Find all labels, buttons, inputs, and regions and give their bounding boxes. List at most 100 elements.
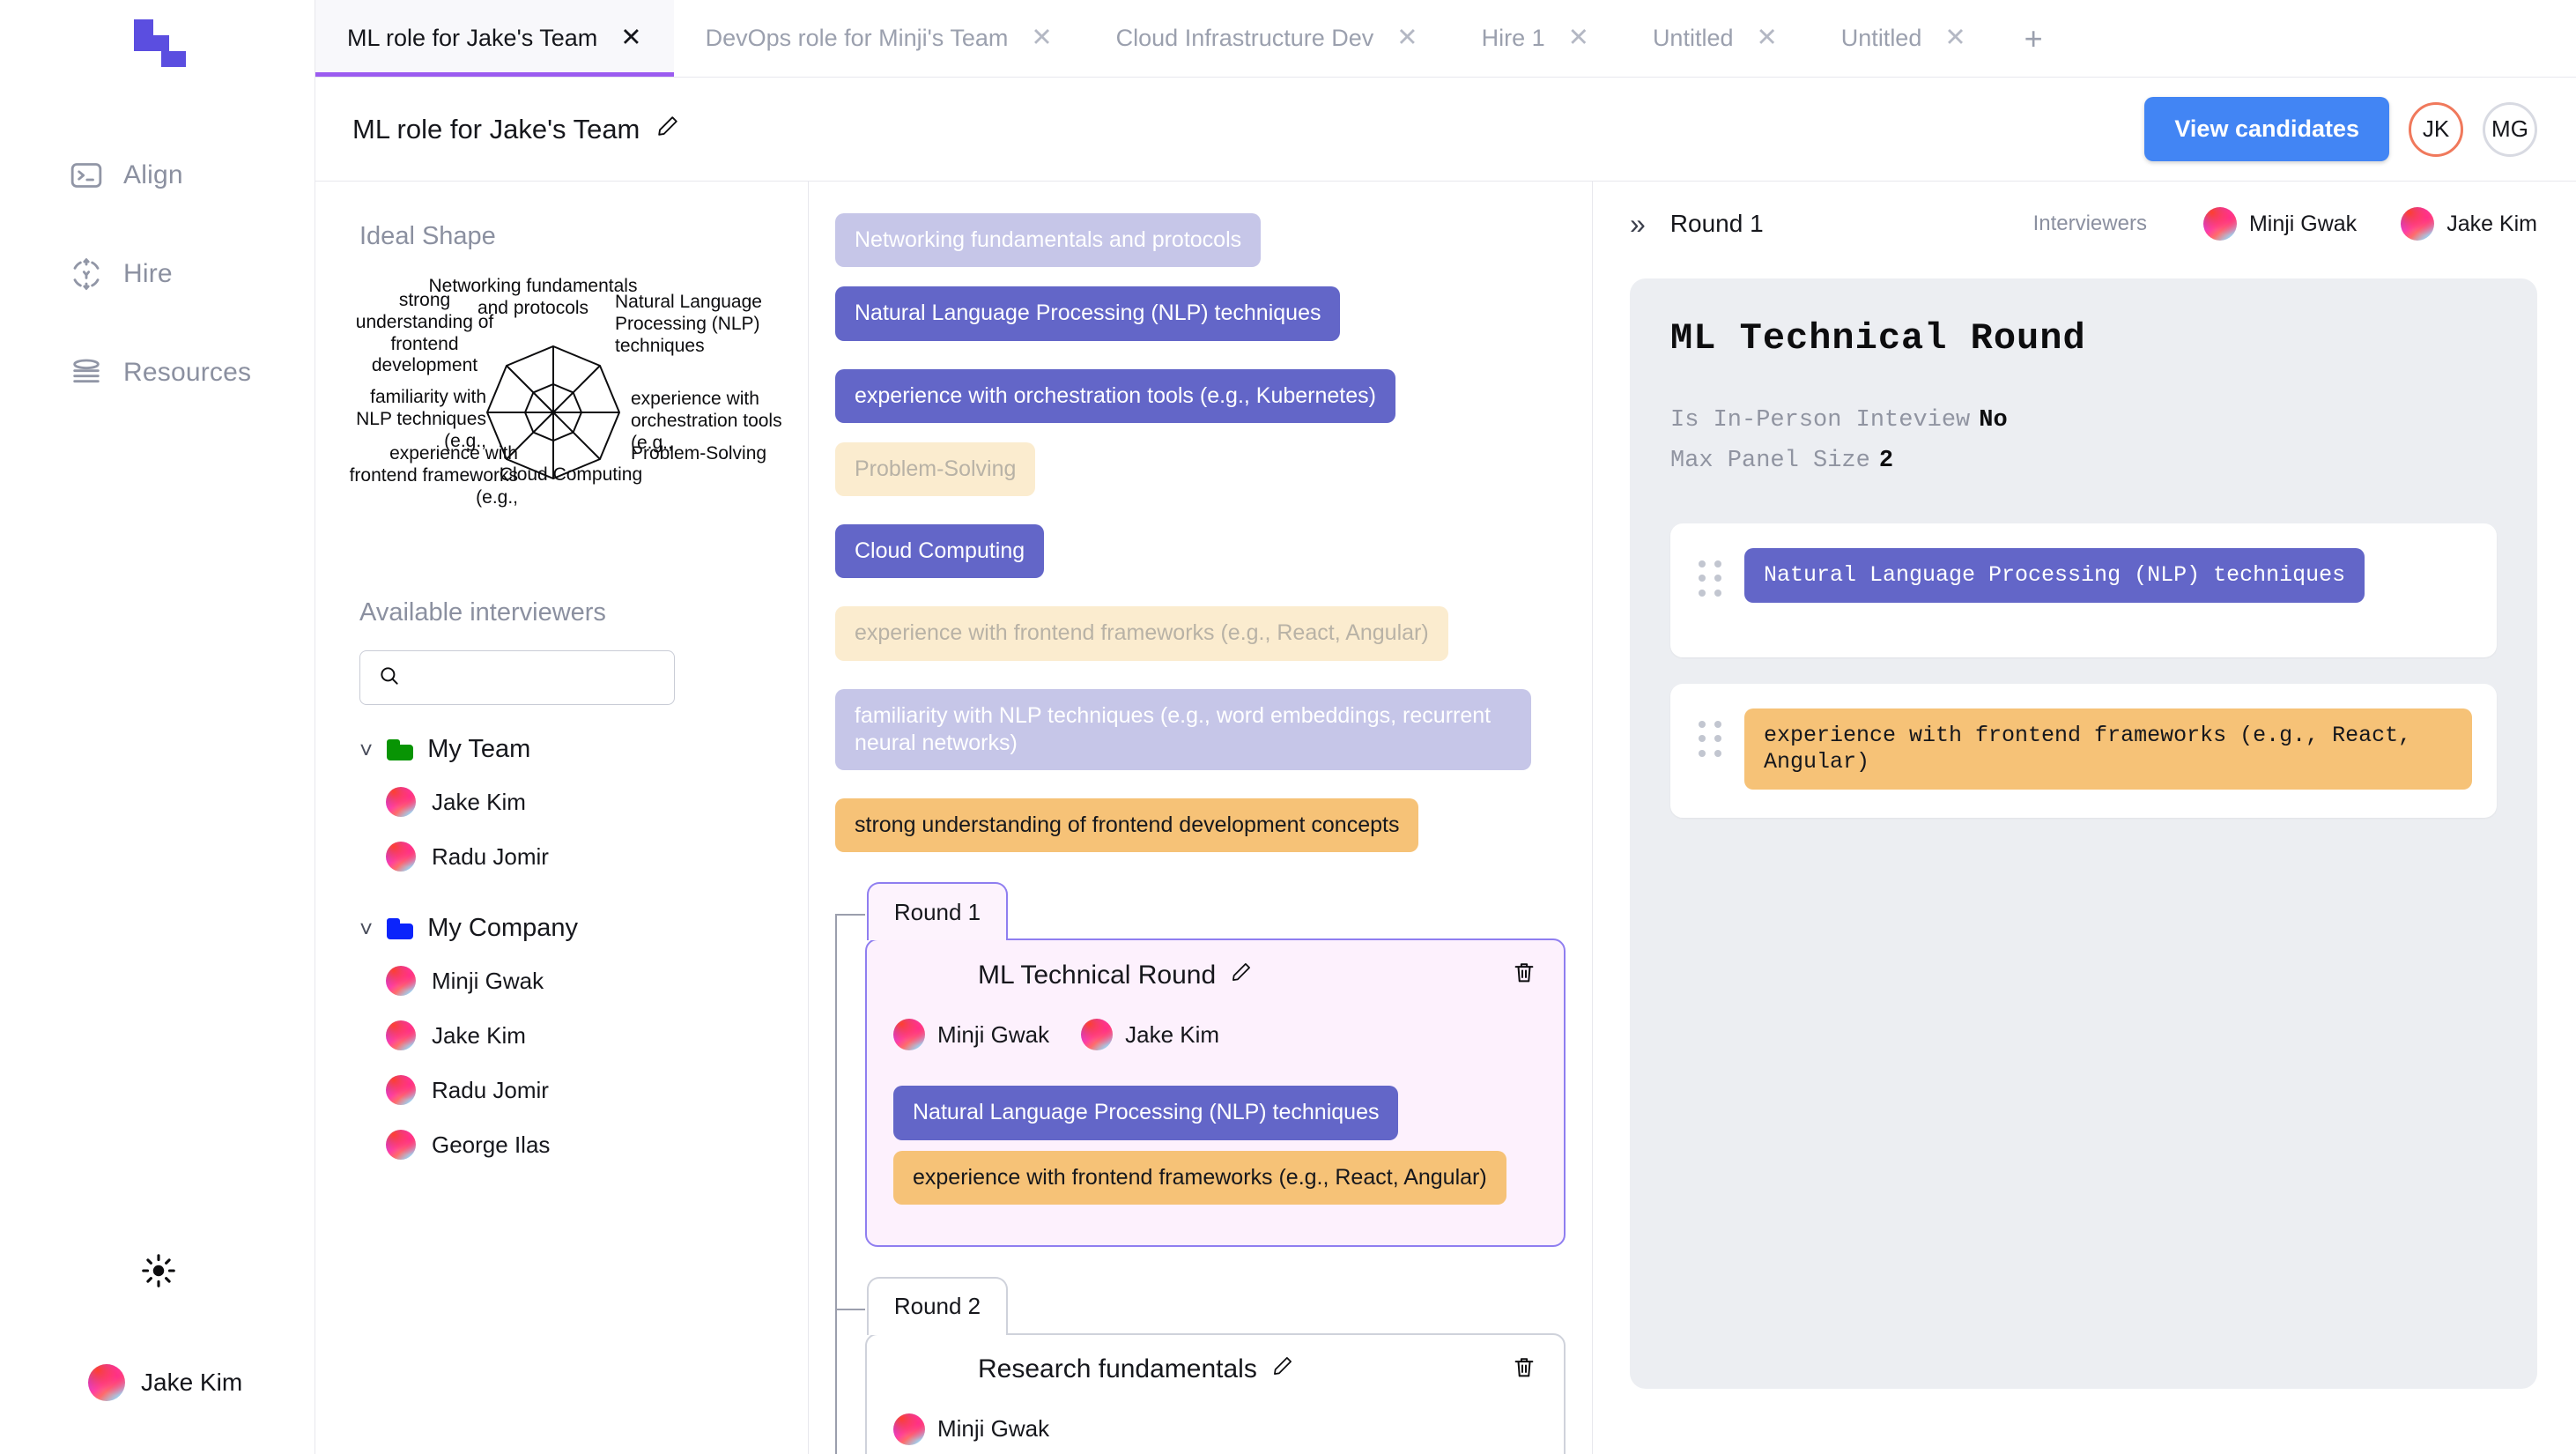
new-tab-button[interactable]: +	[1998, 0, 2069, 77]
round-body: Research fundamentals Minji Gwak	[865, 1332, 1566, 1454]
skill-tag[interactable]: strong understanding of frontend develop…	[835, 798, 1419, 853]
detail-item[interactable]: experience with frontend frameworks (e.g…	[1670, 684, 2497, 818]
tab-label: DevOps role for Minji's Team	[705, 25, 1009, 51]
avatar	[386, 787, 416, 817]
close-icon[interactable]: ✕	[1756, 26, 1777, 51]
round-title: Research fundamentals	[978, 1354, 1294, 1384]
round-interviewers: Minji Gwak	[893, 1413, 1537, 1445]
rounds-list: Round 1 ML Technical Round Minji Gwak Ja…	[835, 882, 1566, 1454]
delete-round-icon[interactable]	[1511, 1354, 1537, 1385]
pencil-icon[interactable]	[655, 114, 680, 145]
chevron-down-icon[interactable]: ˅	[359, 917, 373, 940]
detail-item-tag[interactable]: Natural Language Processing (NLP) techni…	[1744, 548, 2365, 603]
avatar	[88, 1364, 125, 1401]
tab-cloud-infrastructure-dev[interactable]: Cloud Infrastructure Dev ✕	[1084, 0, 1450, 77]
ideal-shape-radar-chart: Networking fundamentals and protocols Na…	[349, 267, 782, 567]
avatar	[1081, 1019, 1114, 1051]
tab-hire-1[interactable]: Hire 1 ✕	[1450, 0, 1621, 77]
tab-untitled-2[interactable]: Untitled ✕	[1810, 0, 1998, 77]
chevron-double-right-icon[interactable]: »	[1630, 208, 1646, 241]
round-detail-fields: Is In-Person Inteview No Max Panel Size 2	[1670, 407, 2497, 474]
close-icon[interactable]: ✕	[620, 26, 641, 51]
drag-handle-icon[interactable]	[1699, 721, 1721, 758]
tab-devops-role-for-minjis-team[interactable]: DevOps role for Minji's Team ✕	[674, 0, 1084, 77]
round-card-1[interactable]: Round 1 ML Technical Round Minji Gwak Ja…	[835, 882, 1566, 1247]
detail-item-tag[interactable]: experience with frontend frameworks (e.g…	[1744, 708, 2472, 790]
skill-tag[interactable]: experience with frontend frameworks (e.g…	[835, 606, 1448, 661]
group-my-company-header[interactable]: ˅ My Company	[359, 914, 773, 943]
right-panel-interviewer[interactable]: Minji Gwak	[2202, 207, 2357, 241]
skill-tag[interactable]: Problem-Solving	[835, 441, 1036, 496]
target-icon	[69, 256, 104, 292]
avatar-jk[interactable]: JK	[2409, 101, 2463, 157]
round-chip[interactable]: Round 1	[867, 882, 1008, 941]
round-skill-tag[interactable]: Natural Language Processing (NLP) techni…	[893, 1086, 1399, 1140]
sidebar-item-hire[interactable]: Hire	[0, 247, 315, 301]
skill-tag[interactable]: Natural Language Processing (NLP) techni…	[835, 286, 1341, 341]
app-root: Align Hire Resources Jake Kim ML role fo…	[0, 0, 2576, 1454]
chevron-down-icon[interactable]: ˅	[359, 738, 373, 761]
close-icon[interactable]: ✕	[1944, 26, 1965, 51]
radar-label-frontend-frameworks: experience with frontend frameworks (e.g…	[349, 443, 518, 508]
round-chip[interactable]: Round 2	[867, 1276, 1008, 1335]
skill-tag[interactable]: Cloud Computing	[835, 524, 1045, 579]
close-icon[interactable]: ✕	[1031, 26, 1052, 51]
sidebar-item-resources[interactable]: Resources	[0, 345, 315, 400]
round-detail-card: ML Technical Round Is In-Person Inteview…	[1630, 278, 2537, 1389]
round-title-text: Research fundamentals	[978, 1354, 1257, 1384]
skill-tag[interactable]: familiarity with NLP techniques (e.g., w…	[835, 688, 1531, 770]
pencil-icon[interactable]	[1271, 1354, 1294, 1384]
sidebar-item-label: Hire	[123, 259, 173, 288]
list-item[interactable]: Minji Gwak	[359, 953, 773, 1008]
list-item[interactable]: George Ilas	[359, 1117, 773, 1172]
right-panel-interviewer[interactable]: Jake Kim	[2401, 207, 2537, 241]
middle-column: ‹ Networking fundamentals and protocols …	[809, 182, 1593, 1454]
tab-untitled-1[interactable]: Untitled ✕	[1621, 0, 1810, 77]
delete-round-icon[interactable]	[1511, 960, 1537, 990]
drag-handle-icon[interactable]	[1699, 560, 1721, 597]
list-item[interactable]: Jake Kim	[359, 775, 773, 829]
list-item[interactable]: Radu Jomir	[359, 1063, 773, 1117]
interviewer-search[interactable]	[359, 650, 695, 705]
page-title-text: ML role for Jake's Team	[352, 113, 640, 145]
close-icon[interactable]: ✕	[1568, 26, 1589, 51]
avatar-mg[interactable]: MG	[2483, 101, 2537, 157]
round-interviewer[interactable]: Minji Gwak	[893, 1413, 1049, 1445]
person-name: Jake Kim	[432, 788, 526, 815]
list-item[interactable]: Radu Jomir	[359, 829, 773, 884]
terminal-icon	[69, 158, 104, 193]
left-rail: Align Hire Resources Jake Kim	[0, 0, 315, 1454]
group-my-team: ˅ My Team Jake Kim Radu Jomir	[359, 735, 773, 884]
pencil-icon[interactable]	[1230, 961, 1253, 990]
rail-profile[interactable]: Jake Kim	[88, 1364, 242, 1401]
avatar	[386, 1075, 416, 1105]
round-interviewer[interactable]: Jake Kim	[1081, 1019, 1219, 1051]
search-input[interactable]	[411, 664, 695, 691]
available-interviewers-title: Available interviewers	[359, 598, 606, 627]
round-interviewers: Minji Gwak Jake Kim	[893, 1019, 1537, 1051]
view-candidates-button[interactable]: View candidates	[2144, 97, 2389, 161]
sidebar-item-label: Align	[123, 160, 183, 189]
group-label: My Team	[427, 735, 531, 763]
person-name: Radu Jomir	[432, 842, 549, 870]
logo-mark[interactable]	[134, 19, 186, 67]
close-icon[interactable]: ✕	[1396, 26, 1418, 51]
round-interviewer[interactable]: Minji Gwak	[893, 1019, 1049, 1051]
detail-item[interactable]: Natural Language Processing (NLP) techni…	[1670, 523, 2497, 657]
round-detail-title: ML Technical Round	[1670, 317, 2086, 360]
list-item[interactable]: Jake Kim	[359, 1008, 773, 1063]
sidebar-item-align[interactable]: Align	[0, 148, 315, 203]
tab-ml-role-for-jakes-team[interactable]: ML role for Jake's Team ✕	[315, 0, 674, 77]
skill-tag[interactable]: Networking fundamentals and protocols	[835, 213, 1262, 268]
group-label: My Company	[427, 914, 579, 942]
rounds-spine	[835, 914, 837, 1454]
main-area: ML role for Jake's Team ✕ DevOps role fo…	[315, 0, 2576, 1454]
round-skill-tag[interactable]: experience with frontend frameworks (e.g…	[893, 1150, 1506, 1205]
sun-icon[interactable]	[139, 1251, 178, 1290]
page-title: ML role for Jake's Team	[352, 114, 680, 145]
group-my-team-header[interactable]: ˅ My Team	[359, 735, 773, 764]
round-card-2[interactable]: Round 2 Research fundamentals Minji Gwak	[835, 1276, 1566, 1454]
right-panel-header: » Round 1 Interviewers Minji Gwak Jake K…	[1593, 182, 2576, 266]
skill-tag[interactable]: experience with orchestration tools (e.g…	[835, 368, 1395, 423]
field-key: Max Panel Size	[1670, 448, 1870, 474]
